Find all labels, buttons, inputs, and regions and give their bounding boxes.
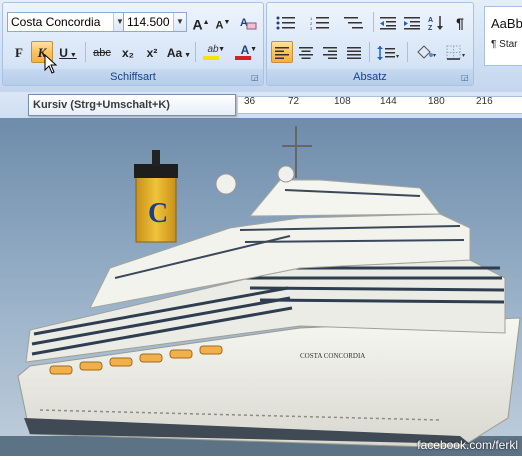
line-spacing-button[interactable]: ▾ bbox=[373, 41, 403, 63]
separator bbox=[373, 12, 374, 32]
highlight-button[interactable]: ab ▼ bbox=[199, 41, 227, 63]
separator bbox=[85, 42, 86, 62]
strikethrough-button[interactable]: abc bbox=[89, 41, 115, 63]
subscript-label: x₂ bbox=[121, 46, 134, 60]
pilcrow-icon: ¶ bbox=[456, 15, 464, 31]
bullets-button[interactable] bbox=[271, 11, 301, 33]
subscript-button[interactable]: x₂ bbox=[117, 41, 139, 63]
font-group: Costa Concordia ▼ 114.500 t ▼ A▲ A▼ A F … bbox=[2, 2, 264, 86]
superscript-button[interactable]: x² bbox=[141, 41, 163, 63]
separator bbox=[195, 42, 196, 62]
multilevel-list-icon bbox=[344, 17, 363, 29]
shrink-font-icon: A bbox=[215, 19, 224, 32]
sort-az-icon: AZ bbox=[428, 16, 443, 32]
svg-text:Z: Z bbox=[428, 25, 433, 31]
eraser-icon: A bbox=[240, 17, 257, 30]
font-color-bar bbox=[235, 56, 251, 60]
border-grid-icon: ▾ bbox=[446, 45, 465, 60]
paint-bucket-icon: ▾ bbox=[417, 45, 436, 59]
align-left-button[interactable] bbox=[271, 41, 293, 63]
font-color-button[interactable]: A ▼ bbox=[231, 41, 259, 63]
borders-button[interactable]: ▾ bbox=[443, 41, 471, 63]
bold-button[interactable]: F bbox=[9, 41, 29, 63]
sort-button[interactable]: AZ bbox=[425, 11, 447, 33]
superscript-label: x² bbox=[146, 46, 158, 60]
justify-icon bbox=[347, 47, 361, 59]
ruler-tick: 216 bbox=[476, 96, 493, 107]
outdent-icon bbox=[380, 17, 396, 30]
chevron-down-icon[interactable]: ▼ bbox=[173, 13, 186, 31]
font-group-label: Schiffsart bbox=[3, 69, 263, 85]
dialog-launcher-icon[interactable]: ◲ bbox=[461, 73, 470, 82]
separator bbox=[407, 42, 408, 62]
italic-tooltip: Kursiv (Strg+Umschalt+K) bbox=[28, 94, 236, 116]
style-gallery-item[interactable]: AaBb ¶ Star bbox=[484, 6, 522, 66]
svg-text:A: A bbox=[428, 17, 433, 24]
case-label: Aa bbox=[166, 46, 183, 60]
underline-label: U bbox=[59, 46, 68, 60]
shading-button[interactable]: ▾ bbox=[411, 41, 441, 63]
style-name: ¶ Star bbox=[491, 39, 518, 50]
ruler-tick: 180 bbox=[428, 96, 445, 107]
font-size-combo[interactable]: 114.500 t ▼ bbox=[123, 12, 187, 32]
bold-label: F bbox=[15, 45, 23, 60]
increase-indent-button[interactable] bbox=[401, 11, 423, 33]
cruise-ship-illustration: C COSTA CONCORDIA bbox=[0, 118, 522, 456]
align-center-icon bbox=[299, 47, 313, 59]
ruler-tick: 108 bbox=[334, 96, 351, 107]
line-spacing-icon: ▾ bbox=[377, 46, 399, 60]
ruler-tick: 36 bbox=[244, 96, 256, 107]
svg-text:▾: ▾ bbox=[433, 53, 436, 59]
paragraph-group-label: Absatz bbox=[267, 69, 473, 85]
bullet-list-icon bbox=[276, 16, 295, 30]
separator bbox=[369, 42, 370, 62]
font-color-label: A bbox=[240, 43, 250, 57]
align-right-icon bbox=[323, 47, 337, 59]
decrease-indent-button[interactable] bbox=[377, 11, 399, 33]
align-left-icon bbox=[275, 47, 289, 59]
paragraph-group: 123 AZ ¶ ▾ ▾ ▾ Absatz ◲ bbox=[266, 2, 474, 86]
ruler-tick: 144 bbox=[380, 96, 397, 107]
align-center-button[interactable] bbox=[295, 41, 317, 63]
ribbon: Costa Concordia ▼ 114.500 t ▼ A▲ A▼ A F … bbox=[0, 0, 522, 93]
grow-font-button[interactable]: A▲ bbox=[191, 11, 211, 33]
underline-button[interactable]: U ▼ bbox=[57, 41, 79, 63]
style-preview: AaBb bbox=[491, 16, 522, 31]
numbered-list-icon: 123 bbox=[310, 16, 329, 31]
highlight-color-bar bbox=[203, 56, 219, 60]
multilevel-list-button[interactable] bbox=[339, 11, 369, 33]
ruler-tick: 72 bbox=[288, 96, 300, 107]
shrink-font-button[interactable]: A▼ bbox=[213, 11, 233, 33]
font-name-combo[interactable]: Costa Concordia ▼ bbox=[7, 12, 127, 32]
funnel-letter: C bbox=[148, 198, 168, 229]
font-name-value: Costa Concordia bbox=[11, 15, 101, 29]
font-size-value: 114.500 t bbox=[127, 15, 177, 29]
svg-text:3: 3 bbox=[310, 26, 313, 30]
svg-text:▾: ▾ bbox=[396, 54, 399, 60]
indent-icon bbox=[404, 17, 420, 30]
dialog-launcher-icon[interactable]: ◲ bbox=[251, 73, 260, 82]
svg-text:▾: ▾ bbox=[462, 53, 465, 59]
grow-font-icon: A bbox=[192, 16, 203, 33]
align-right-button[interactable] bbox=[319, 41, 341, 63]
photo-credit: facebook.com/ferkl bbox=[417, 438, 518, 452]
numbering-button[interactable]: 123 bbox=[305, 11, 335, 33]
ship-photo: C COSTA CONCORDIA facebook.com/ferkl bbox=[0, 118, 522, 456]
strike-label: abc bbox=[93, 47, 111, 59]
show-formatting-button[interactable]: ¶ bbox=[449, 11, 471, 33]
change-case-button[interactable]: Aa ▼ bbox=[165, 41, 193, 63]
justify-button[interactable] bbox=[343, 41, 365, 63]
highlight-label: ab bbox=[207, 44, 219, 55]
ship-name-text: COSTA CONCORDIA bbox=[300, 352, 365, 360]
clear-format-button[interactable]: A bbox=[237, 11, 259, 33]
mouse-cursor-icon bbox=[44, 54, 58, 74]
